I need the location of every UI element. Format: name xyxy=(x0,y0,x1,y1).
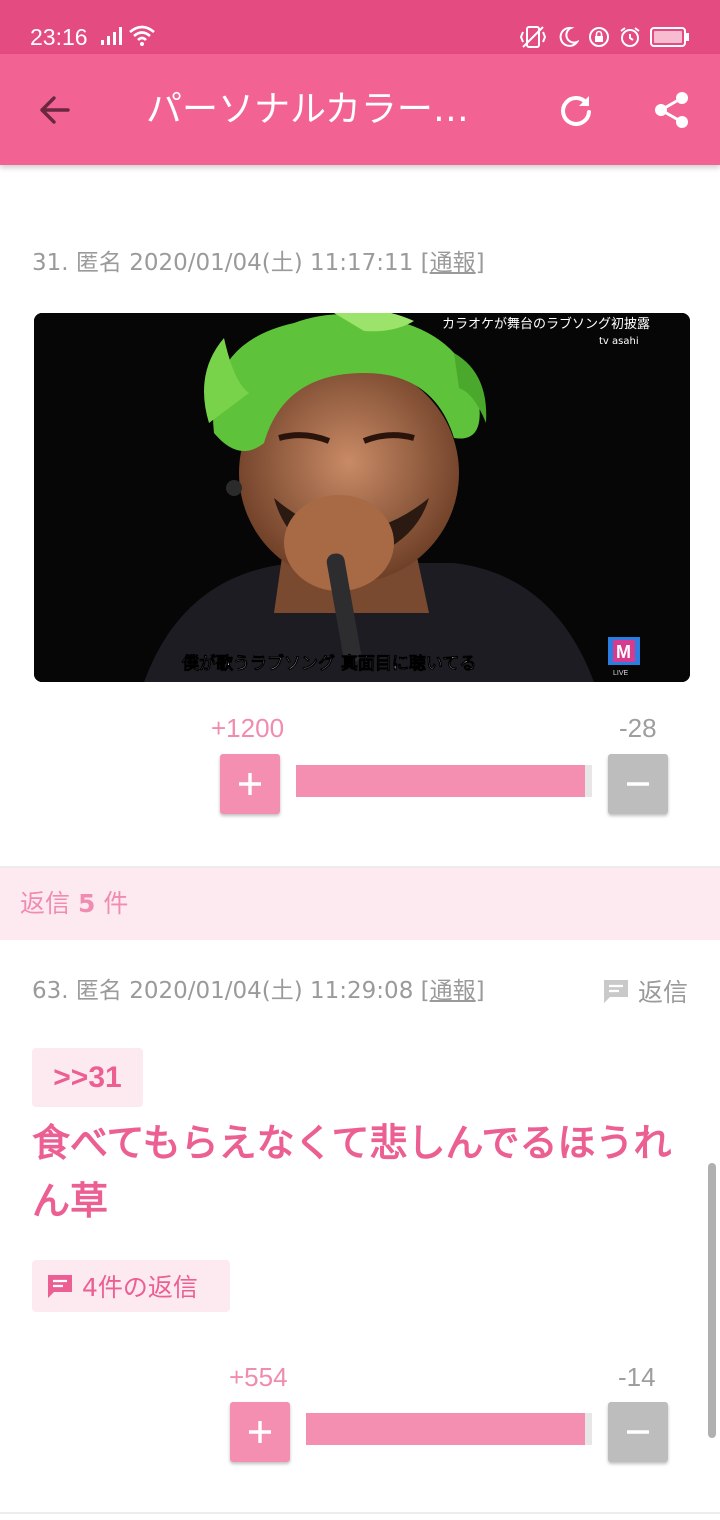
reply-minus-button[interactable] xyxy=(608,1402,668,1462)
signal-icon xyxy=(101,27,122,45)
replies-chip[interactable]: 4件の返信 xyxy=(32,1260,230,1312)
replies-chip-label: 4件の返信 xyxy=(82,1273,198,1302)
comment-icon xyxy=(48,1275,72,1298)
status-time: 23:16 xyxy=(30,24,88,50)
plus-icon xyxy=(249,1421,271,1443)
back-button[interactable] xyxy=(28,84,80,136)
replies-unit: 件 xyxy=(103,889,129,918)
reply-button[interactable]: 返信 xyxy=(602,975,688,1007)
reply-number: 63. xyxy=(32,978,69,1004)
image-caption-channel: tv asahi xyxy=(599,336,639,347)
post-vote-bar-fill xyxy=(296,765,586,797)
post-plus-count: +1200 xyxy=(211,713,285,743)
reply-author: 匿名 xyxy=(75,978,122,1004)
report-bracket-open: [ xyxy=(420,250,430,276)
share-icon xyxy=(655,92,688,128)
post-minus-button[interactable] xyxy=(608,754,668,814)
replies-count: 5 xyxy=(77,889,96,918)
post-meta: 31. 匿名 2020/01/04(土) 11:17:11 [通報] xyxy=(32,248,485,278)
minus-icon xyxy=(627,1430,649,1434)
post-number: 31. xyxy=(32,250,69,276)
replies-header: 返信 5 件 xyxy=(0,868,720,940)
post-datetime: 2020/01/04(土) 11:17:11 xyxy=(129,250,414,276)
replies-label: 返信 xyxy=(20,889,71,918)
minus-icon xyxy=(627,782,649,786)
post-vote-bar xyxy=(296,765,592,797)
arrow-left-icon xyxy=(40,96,70,124)
moon-icon xyxy=(559,26,579,47)
battery-icon xyxy=(650,27,689,47)
scrollbar[interactable] xyxy=(708,1163,716,1438)
status-bar: 23:16 xyxy=(0,0,720,54)
report-bracket-open: [ xyxy=(420,978,430,1004)
page-title: パーソナルカラー… xyxy=(146,89,469,130)
lock-rotation-icon xyxy=(589,27,609,47)
plus-icon xyxy=(239,773,261,795)
report-bracket-close: ] xyxy=(475,978,485,1004)
vibrate-icon xyxy=(519,26,547,48)
image-caption-top: カラオケが舞台のラブソング初披露 xyxy=(442,316,650,332)
reply-vote-bar xyxy=(306,1413,592,1445)
photo-illustration: カラオケが舞台のラブソング初披露 tv asahi 僕が歌うラブソング 真面目に… xyxy=(34,313,690,682)
reply-button-label: 返信 xyxy=(637,978,688,1007)
alarm-icon xyxy=(620,27,640,47)
post-minus-count: -28 xyxy=(619,713,657,743)
share-button[interactable] xyxy=(646,84,698,136)
wifi-icon xyxy=(129,25,155,46)
post-author: 匿名 xyxy=(75,250,122,276)
image-logo: M xyxy=(616,642,631,662)
report-bracket-close: ] xyxy=(475,250,485,276)
reply-plus-button[interactable] xyxy=(230,1402,290,1462)
divider xyxy=(0,1512,720,1514)
comment-icon xyxy=(603,980,628,1003)
refresh-icon xyxy=(561,96,591,126)
reply-report-link[interactable]: 通報 xyxy=(430,978,476,1004)
app-bar: パーソナルカラー… xyxy=(0,54,720,165)
reply-datetime: 2020/01/04(土) 11:29:08 xyxy=(129,978,414,1004)
image-subtitle: 僕が歌うラブソング 真面目に聴いてる xyxy=(181,653,476,674)
comment-body: 食べてもらえなくて悲しんでるほうれん草 xyxy=(32,1121,672,1223)
report-link[interactable]: 通報 xyxy=(430,250,476,276)
reply-plus-count: +554 xyxy=(229,1362,288,1392)
anchor-link[interactable]: >>31 xyxy=(32,1048,143,1107)
reply-minus-count: -14 xyxy=(618,1362,656,1392)
post-plus-button[interactable] xyxy=(220,754,280,814)
refresh-button[interactable] xyxy=(550,84,602,136)
post-image[interactable]: カラオケが舞台のラブソング初披露 tv asahi 僕が歌うラブソング 真面目に… xyxy=(34,313,690,682)
reply-vote-bar-fill xyxy=(306,1413,585,1445)
reply-meta: 63. 匿名 2020/01/04(土) 11:29:08 [通報] xyxy=(32,976,485,1006)
image-logo-sub: LIVE xyxy=(613,670,629,677)
